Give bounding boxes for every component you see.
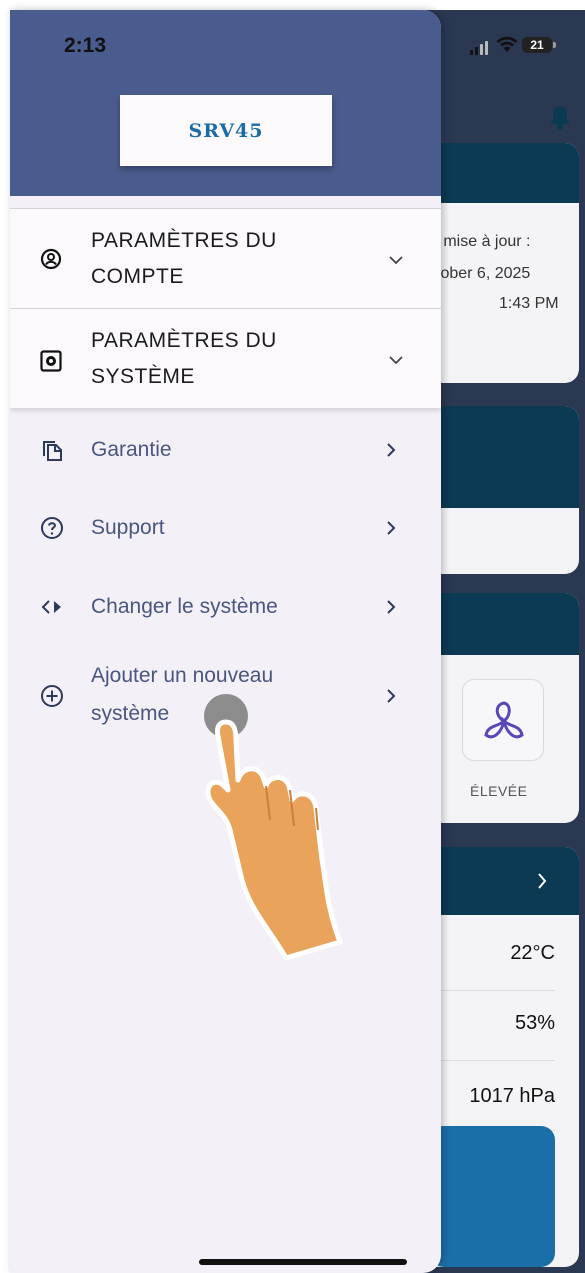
settings-box-icon <box>40 350 62 372</box>
chevron-right-icon <box>387 521 396 535</box>
account-settings-label-line2: COMPTE <box>91 265 184 288</box>
last-update-label: e mise à jour : <box>430 233 531 250</box>
nav-item-label: Support <box>91 516 165 539</box>
nav-item-change-system[interactable]: Changer le système <box>10 577 441 637</box>
account-settings-section[interactable]: PARAMÈTRES DU COMPTE <box>10 208 441 308</box>
signal-bar <box>475 47 478 55</box>
account-settings-label-line1: PARAMÈTRES DU <box>91 229 277 252</box>
bell-icon[interactable] <box>548 104 572 130</box>
switch-arrows-icon <box>40 595 64 619</box>
chevron-right-icon <box>387 600 396 614</box>
navigation-drawer: 2:13 SRV45 PARAMÈTRES DU COMPTE PARAMÈTR… <box>10 10 441 1273</box>
last-update-time: 1:43 PM <box>499 295 559 312</box>
pressure-value: 1017 hPa <box>469 1085 555 1107</box>
fan-mode-label: ÉLEVÉE <box>470 783 528 799</box>
signal-bar <box>470 50 473 55</box>
chevron-right-icon <box>387 443 396 457</box>
fan-mode-button[interactable] <box>462 679 544 761</box>
wifi-icon <box>496 36 518 52</box>
action-tile[interactable] <box>430 1126 555 1267</box>
nav-item-warranty[interactable]: Garantie <box>10 420 441 480</box>
system-settings-section[interactable]: PARAMÈTRES DU SYSTÈME <box>10 308 441 408</box>
signal-bar <box>480 44 483 55</box>
drawer-header: 2:13 SRV45 <box>10 10 441 196</box>
nav-item-label-line2: système <box>91 702 170 725</box>
nav-item-support[interactable]: Support <box>10 498 441 558</box>
account-circle-icon <box>40 248 62 270</box>
system-settings-label-line1: PARAMÈTRES DU <box>91 329 277 352</box>
battery-indicator: 21 <box>522 37 552 53</box>
logo-card: SRV45 <box>120 95 332 166</box>
tap-hand-indicator <box>204 694 343 961</box>
add-circle-icon <box>40 684 64 708</box>
system-settings-label-line2: SYSTÈME <box>91 365 195 388</box>
chevron-right-icon[interactable] <box>536 872 548 890</box>
chevron-down-icon <box>389 356 403 365</box>
battery-nub <box>553 42 556 48</box>
chevron-down-icon <box>389 256 403 265</box>
signal-bar <box>485 41 488 55</box>
last-update-date: tober 6, 2025 <box>436 265 531 282</box>
logo-text: SRV45 <box>188 119 264 142</box>
fan-icon <box>484 701 524 739</box>
chevron-right-icon <box>387 689 396 703</box>
humidity-value: 53% <box>514 1012 555 1034</box>
status-time: 2:13 <box>64 34 107 57</box>
nav-item-label: Garantie <box>91 438 172 461</box>
copy-icon <box>40 438 64 462</box>
temperature-value: 22°C <box>510 942 555 964</box>
help-circle-icon <box>40 516 64 540</box>
home-indicator <box>199 1259 407 1265</box>
nav-item-label: Changer le système <box>91 595 278 618</box>
